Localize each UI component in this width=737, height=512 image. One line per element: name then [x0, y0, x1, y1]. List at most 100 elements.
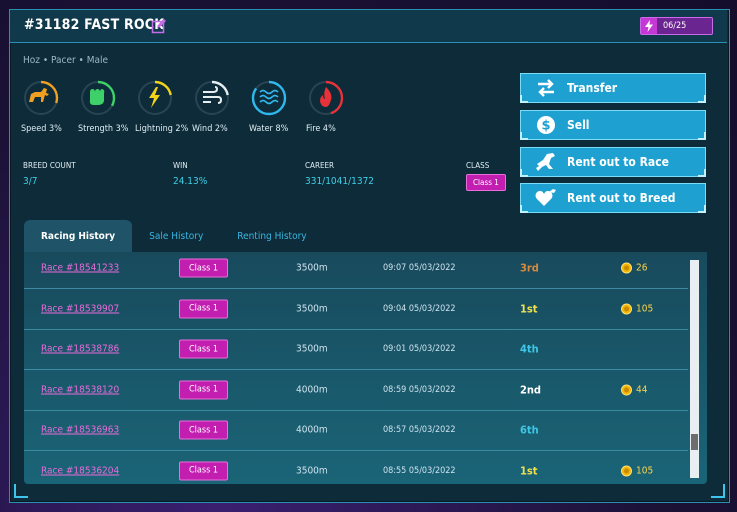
rent-race-label: Rent out to Race — [567, 155, 669, 169]
racing-history-table: Race #18541233 Class 1 3500m 09:07 05/03/20… — [24, 252, 707, 484]
breed-count-label: BREED COUNT — [23, 161, 76, 170]
rent-race-button[interactable]: Rent out to Race — [520, 147, 706, 177]
tab-racing-history[interactable]: Racing History — [24, 220, 133, 252]
race-link[interactable]: Race #18539907 — [41, 303, 119, 314]
table-row: Race #18541233 Class 1 3500m 09:07 05/03/20… — [24, 252, 688, 289]
corner-decoration — [711, 484, 725, 498]
stat-ring — [23, 80, 59, 116]
race-reward: 44 — [621, 384, 647, 395]
stat-ring — [194, 80, 230, 116]
history-tabs: Racing History Sale History Renting Hist… — [24, 220, 324, 252]
rent-breed-button[interactable]: Rent out to Breed — [520, 183, 706, 213]
race-distance: 3500m — [296, 465, 328, 476]
career-value: 331/1041/1372 — [305, 176, 375, 187]
breed-count-value: 3/7 — [23, 176, 38, 187]
table-row: Race #18538786 Class 1 3500m 09:01 05/03/20… — [24, 329, 688, 370]
scrollbar-thumb[interactable] — [691, 434, 698, 450]
breed-count: BREED COUNT 3/7 — [23, 161, 76, 187]
corner-decoration — [14, 484, 28, 498]
racing-horse-icon — [535, 151, 557, 173]
race-date: 09:04 05/03/2022 — [383, 303, 456, 314]
race-date: 08:57 05/03/2022 — [383, 425, 456, 435]
table-row: Race #18538120 Class 1 4000m 08:59 05/03/20… — [24, 370, 688, 411]
energy-value: 06/25 — [663, 21, 687, 31]
race-place: 2nd — [520, 383, 542, 396]
scrollbar[interactable] — [690, 260, 699, 478]
class-label: CLASS — [466, 161, 490, 170]
table-row: Race #18536963 Class 1 4000m 08:57 05/03/20… — [24, 410, 688, 451]
race-link[interactable]: Race #18538120 — [41, 384, 119, 395]
stat-ring — [80, 80, 116, 116]
coin-icon — [621, 303, 632, 314]
class-badge: Class 1 — [179, 380, 228, 399]
race-place: 3rd — [520, 261, 539, 275]
race-date: 09:01 05/03/2022 — [383, 344, 456, 354]
class-badge: Class 1 — [179, 339, 228, 359]
race-place: 4th — [520, 342, 539, 356]
race-date: 09:07 05/03/2022 — [383, 263, 456, 273]
horse-meta: Hoz • Pacer • Male — [23, 55, 109, 66]
race-place: 1st — [520, 302, 538, 315]
coin-icon — [621, 262, 632, 274]
reward-value: 44 — [636, 384, 648, 395]
stat-label: Speed 3% — [21, 124, 62, 134]
table-row: Race #18539907 Class 1 3500m 09:04 05/03/20… — [24, 289, 688, 330]
sell-label: Sell — [567, 118, 590, 132]
fist-icon — [89, 89, 105, 105]
race-reward: 105 — [621, 465, 653, 476]
stat-item: Water 8% — [249, 80, 306, 134]
transfer-icon — [535, 77, 557, 99]
coin-icon — [621, 465, 632, 476]
tab-renting-history[interactable]: Renting History — [220, 220, 323, 252]
horse-title: #31182 FAST ROCK — [24, 17, 165, 33]
dollar-icon: $ — [535, 114, 557, 136]
energy-badge: 06/25 — [640, 17, 713, 35]
edit-icon[interactable] — [151, 18, 167, 34]
stat-ring — [308, 80, 344, 116]
race-reward: 105 — [621, 303, 653, 314]
race-link[interactable]: Race #18538786 — [41, 344, 119, 355]
stat-label: Wind 2% — [192, 124, 228, 134]
stat-list: Speed 3% Strength 3% Lightning 2% Wind 2% Wa… — [21, 80, 363, 134]
race-date: 08:55 05/03/2022 — [383, 465, 456, 476]
race-place: 6th — [520, 423, 539, 437]
class-badge: Class 1 — [179, 258, 228, 278]
stat-ring — [251, 80, 287, 116]
race-distance: 3500m — [296, 343, 328, 355]
race-distance: 4000m — [296, 384, 328, 395]
reward-value: 105 — [636, 465, 654, 476]
stat-item: Lightning 2% — [135, 80, 192, 134]
race-distance: 4000m — [296, 424, 328, 436]
class-badge: Class 1 — [179, 461, 228, 480]
transfer-button[interactable]: Transfer — [520, 73, 706, 103]
career: CAREER 331/1041/1372 — [305, 161, 374, 187]
stat-item: Fire 4% — [306, 80, 363, 134]
stat-label: Strength 3% — [78, 124, 129, 134]
rent-breed-label: Rent out to Breed — [567, 191, 676, 205]
win-rate: WIN 24.13% — [173, 161, 207, 187]
class-badge: Class 1 — [179, 299, 228, 318]
stat-label: Lightning 2% — [135, 124, 189, 134]
sell-button[interactable]: $ Sell — [520, 110, 706, 140]
reward-value: 26 — [636, 262, 648, 274]
race-distance: 3500m — [296, 262, 328, 274]
race-link[interactable]: Race #18536204 — [41, 465, 119, 476]
stat-item: Speed 3% — [21, 80, 78, 134]
race-link[interactable]: Race #18536963 — [41, 425, 119, 436]
reward-value: 105 — [636, 303, 654, 314]
panel-header: #31182 FAST ROCK 06/25 — [10, 10, 727, 43]
race-link[interactable]: Race #18541233 — [41, 263, 119, 274]
heart-horse-icon — [535, 187, 557, 209]
coin-icon — [621, 384, 632, 395]
energy-bolt-icon — [641, 18, 657, 34]
class-badge: Class 1 — [179, 420, 228, 440]
stat-ring — [137, 80, 173, 116]
class-info: CLASS Class 1 — [466, 161, 506, 191]
stat-item: Strength 3% — [78, 80, 135, 134]
tab-sale-history[interactable]: Sale History — [132, 220, 220, 252]
class-badge: Class 1 — [466, 174, 506, 191]
stat-label: Fire 4% — [306, 124, 336, 134]
race-place: 1st — [520, 464, 538, 477]
stat-label: Water 8% — [249, 124, 289, 134]
race-distance: 3500m — [296, 303, 328, 314]
